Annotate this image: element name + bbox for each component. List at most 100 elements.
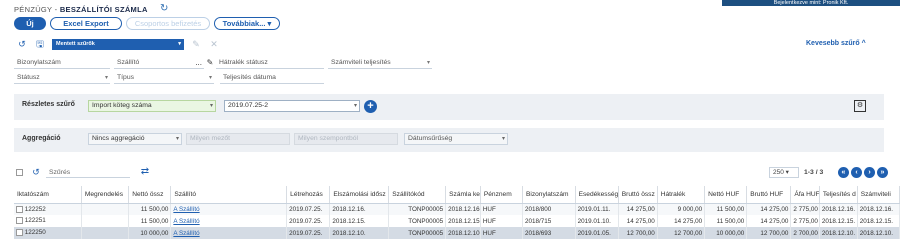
cell: 14 275,00 bbox=[746, 215, 792, 227]
supplier-link[interactable]: A Szállító bbox=[170, 215, 288, 227]
aggregation-select[interactable]: Nincs aggregáció ▾ bbox=[88, 133, 182, 145]
last-page-icon[interactable]: » bbox=[877, 167, 888, 178]
prev-page-icon[interactable]: ‹ bbox=[851, 167, 862, 178]
column-header[interactable]: Szállítókód bbox=[388, 186, 447, 204]
invoice-id: 122250 bbox=[24, 229, 46, 237]
column-header[interactable]: Nettó HUF bbox=[704, 186, 748, 204]
cell: 11 500,00 bbox=[704, 203, 748, 215]
column-header[interactable]: Teljesítés d bbox=[819, 186, 858, 204]
cell: 14 275,00 bbox=[746, 203, 792, 215]
supplier-field[interactable]: Szállító... bbox=[114, 57, 204, 69]
chevron-down-icon: ▾ bbox=[104, 75, 108, 81]
aggregation-value: Nincs aggregáció bbox=[92, 135, 145, 142]
row-id-cell[interactable]: 122252 bbox=[14, 203, 82, 215]
column-header[interactable]: Szállító bbox=[170, 186, 288, 204]
supplier-lookup-dots[interactable]: ... bbox=[195, 57, 202, 69]
column-header[interactable]: Számla kelt bbox=[445, 186, 481, 204]
type-select[interactable]: Típus ▾ bbox=[114, 72, 214, 84]
status-label: Státusz bbox=[17, 74, 40, 81]
table-row[interactable]: 122250 10 000,00 A Szállító 2019.07.25. … bbox=[14, 227, 900, 239]
invoice-number-field[interactable]: Bizonylatszám bbox=[14, 57, 110, 69]
cell: 2018.12.15. bbox=[329, 215, 390, 227]
new-button[interactable]: Új bbox=[14, 17, 46, 30]
breadcrumb-section[interactable]: PÉNZÜGY bbox=[14, 5, 52, 14]
detail-filter-value-select[interactable]: 2019.07.25-2 ▾ bbox=[224, 100, 360, 112]
column-header[interactable]: Létrehozás bbox=[286, 186, 331, 204]
edit-icon[interactable]: ✎ bbox=[205, 57, 215, 68]
date-density-label: Dátumsűrűség bbox=[408, 135, 453, 142]
row-checkbox[interactable] bbox=[16, 217, 23, 225]
cell: 2 700,00 bbox=[790, 227, 820, 239]
column-header[interactable]: Pénznem bbox=[480, 186, 523, 204]
reset-filter-icon[interactable]: ↺ bbox=[16, 39, 28, 50]
cell: 10 000,00 bbox=[128, 227, 172, 239]
supplier-label: Szállító bbox=[117, 59, 140, 66]
cell: 2018.12.10. bbox=[819, 227, 858, 239]
settings-icon[interactable]: ⚙ bbox=[854, 100, 866, 112]
excel-export-button[interactable]: Excel Export bbox=[50, 17, 122, 30]
search-input[interactable]: Szűrés bbox=[46, 167, 130, 178]
column-header[interactable]: Hátralék bbox=[657, 186, 706, 204]
row-id-cell[interactable]: 122250 bbox=[14, 227, 82, 239]
cell: 10 000,00 bbox=[704, 227, 748, 239]
cell: TONP00005 bbox=[388, 215, 447, 227]
dimension-select[interactable]: Milyen szempontból bbox=[294, 133, 398, 145]
cell: 2018.12.16. bbox=[445, 203, 481, 215]
column-header[interactable]: Elszámolási idősz bbox=[329, 186, 390, 204]
column-header[interactable]: Bizonylatszám bbox=[522, 186, 576, 204]
column-header[interactable]: Nettó össz bbox=[128, 186, 172, 204]
refresh-icon[interactable]: ↻ bbox=[160, 3, 172, 15]
edit-filter-icon[interactable]: ✎ bbox=[190, 39, 202, 50]
chevron-down-icon: ▾ bbox=[208, 75, 212, 81]
add-filter-icon[interactable]: + bbox=[364, 100, 377, 113]
supplier-link[interactable]: A Szállító bbox=[170, 203, 288, 215]
row-checkbox[interactable] bbox=[16, 229, 23, 237]
column-header[interactable]: Számviteli bbox=[857, 186, 900, 204]
page-title: PÉNZÜGY - BESZÁLLÍTÓI SZÁMLA bbox=[14, 5, 148, 14]
cell: 2018.12.10. bbox=[857, 227, 900, 239]
detail-filter-field-select[interactable]: Import köteg száma ▾ bbox=[88, 100, 216, 112]
cell: 11 500,00 bbox=[128, 203, 172, 215]
save-filter-icon[interactable]: 🖫 bbox=[34, 39, 46, 50]
metric-field-select[interactable]: Milyen mezőt bbox=[186, 133, 290, 145]
select-all-checkbox[interactable] bbox=[16, 169, 23, 176]
invoice-id: 122251 bbox=[24, 217, 46, 225]
overdue-status-field[interactable]: Hátralék státusz bbox=[216, 57, 324, 69]
column-header[interactable]: Bruttó HUF bbox=[746, 186, 792, 204]
row-checkbox[interactable] bbox=[16, 205, 23, 213]
saved-filter-select[interactable]: Mentett szűrők ▾ bbox=[52, 39, 184, 50]
delete-filter-icon[interactable]: ✕ bbox=[208, 39, 220, 50]
column-header[interactable]: Áfa HUF bbox=[790, 186, 820, 204]
cell: 2018.12.15. bbox=[857, 215, 900, 227]
date-density-select[interactable]: Dátumsűrűség ▾ bbox=[404, 133, 508, 145]
accounting-label: Számviteli teljesítés bbox=[331, 59, 391, 66]
cell: 12 700,00 bbox=[618, 227, 658, 239]
column-header[interactable]: Esedékesség bbox=[575, 186, 619, 204]
row-id-cell[interactable]: 122251 bbox=[14, 215, 82, 227]
less-filter-toggle[interactable]: Kevesebb szűrő ^ bbox=[806, 40, 866, 47]
first-page-icon[interactable]: « bbox=[838, 167, 849, 178]
table-row[interactable]: 122251 11 500,00 A Szállító 2019.07.25. … bbox=[14, 215, 900, 227]
more-label: Továbbiak... bbox=[222, 19, 266, 28]
supplier-link[interactable]: A Szállító bbox=[170, 227, 288, 239]
table-row[interactable]: 122252 11 500,00 A Szállító 2019.07.25. … bbox=[14, 203, 900, 215]
cell: 12 700,00 bbox=[746, 227, 792, 239]
column-header[interactable]: Iktatószám bbox=[14, 186, 82, 204]
column-header[interactable]: Megrendelés bbox=[81, 186, 130, 204]
next-page-icon[interactable]: › bbox=[864, 167, 875, 178]
column-header[interactable]: Bruttó össz bbox=[618, 186, 658, 204]
cell: 2019.07.25. bbox=[286, 203, 331, 215]
group-payment-button[interactable]: Csoportos befizetés bbox=[126, 17, 210, 30]
more-button[interactable]: Továbbiak... ▾ bbox=[214, 17, 280, 30]
accounting-fulfilment-select[interactable]: Számviteli teljesítés ▾ bbox=[328, 57, 432, 69]
swap-icon[interactable]: ⇄ bbox=[138, 166, 152, 177]
cell: HUF bbox=[480, 227, 523, 239]
type-label: Típus bbox=[117, 74, 134, 81]
cell: 2019.01.05. bbox=[575, 227, 619, 239]
page-size-select[interactable]: 250 ▾ bbox=[769, 167, 799, 178]
cell: 11 500,00 bbox=[704, 215, 748, 227]
status-select[interactable]: Státusz ▾ bbox=[14, 72, 110, 84]
reset-list-icon[interactable]: ↺ bbox=[30, 167, 42, 178]
cell: 2018.12.16. bbox=[819, 203, 858, 215]
fulfilment-date-field[interactable]: Teljesítés dátuma bbox=[220, 72, 324, 84]
